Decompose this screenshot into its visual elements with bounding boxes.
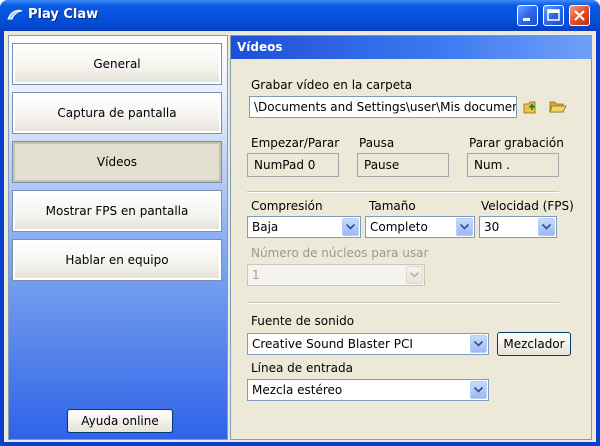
start-stop-label: Empezar/Parar <box>251 136 340 150</box>
cores-select[interactable]: 1 <box>247 264 425 286</box>
input-line-value: Mezcla estéreo <box>252 383 343 397</box>
size-value: Completo <box>370 220 428 234</box>
close-button[interactable] <box>569 5 590 26</box>
folder-up-icon[interactable] <box>523 99 541 115</box>
pause-hotkey[interactable]: Pause <box>357 153 449 177</box>
sound-source-value: Creative Sound Blaster PCI <box>252 337 413 351</box>
separator <box>247 191 559 193</box>
minimize-icon <box>523 18 530 21</box>
size-select[interactable]: Completo <box>365 216 475 238</box>
title-bar[interactable]: Play Claw <box>0 0 600 31</box>
chevron-down-icon <box>470 381 487 399</box>
open-folder-icon[interactable] <box>549 99 567 115</box>
folder-path-input[interactable]: \Documents and Settings\user\Mis documen… <box>249 96 517 118</box>
compression-select[interactable]: Baja <box>247 216 361 238</box>
speed-select[interactable]: 30 <box>479 216 557 238</box>
sidebar-item-fps-overlay[interactable]: Mostrar FPS en pantalla <box>12 190 222 232</box>
chevron-down-icon <box>406 266 423 284</box>
sidebar: General Captura de pantalla Vídeos Mostr… <box>8 35 228 440</box>
compression-label: Compresión <box>251 199 323 213</box>
start-stop-hotkey[interactable]: NumPad 0 <box>247 153 339 177</box>
maximize-button[interactable] <box>543 5 564 26</box>
sidebar-item-screenshot[interactable]: Captura de pantalla <box>12 92 222 134</box>
app-icon <box>7 9 23 20</box>
app-window: Play Claw General Captura de pantalla Ví… <box>0 0 600 446</box>
cores-value: 1 <box>252 268 260 282</box>
sound-source-label: Fuente de sonido <box>251 314 355 328</box>
chevron-down-icon <box>538 218 555 236</box>
stop-recording-label: Parar grabación <box>469 136 564 150</box>
stop-recording-hotkey[interactable]: Num . <box>467 153 559 177</box>
videos-panel: Vídeos Grabar vídeo en la carpeta \Docum… <box>230 35 592 440</box>
client-area: General Captura de pantalla Vídeos Mostr… <box>4 31 596 442</box>
input-line-label: Línea de entrada <box>251 361 353 375</box>
chevron-down-icon <box>470 335 487 353</box>
speed-label: Velocidad (FPS) <box>481 199 574 213</box>
input-line-select[interactable]: Mezcla estéreo <box>247 379 489 401</box>
sidebar-item-videos[interactable]: Vídeos <box>12 141 222 183</box>
sidebar-item-general[interactable]: General <box>12 43 222 85</box>
cores-label: Número de núcleos para usar <box>251 246 429 260</box>
panel-header: Vídeos <box>231 36 591 59</box>
folder-label: Grabar vídeo en la carpeta <box>251 78 413 92</box>
speed-value: 30 <box>484 220 500 234</box>
sidebar-item-team-talk[interactable]: Hablar en equipo <box>12 239 222 281</box>
online-help-button[interactable]: Ayuda online <box>67 409 173 433</box>
window-title: Play Claw <box>28 7 99 22</box>
size-label: Tamaño <box>369 199 416 213</box>
chevron-down-icon <box>456 218 473 236</box>
compression-value: Baja <box>252 220 279 234</box>
mixer-button[interactable]: Mezclador <box>497 332 571 356</box>
minimize-button[interactable] <box>517 5 538 26</box>
chevron-down-icon <box>342 218 359 236</box>
separator <box>247 302 559 304</box>
close-icon <box>574 10 585 21</box>
maximize-icon <box>547 9 560 21</box>
pause-label: Pausa <box>359 136 395 150</box>
sound-source-select[interactable]: Creative Sound Blaster PCI <box>247 333 489 355</box>
